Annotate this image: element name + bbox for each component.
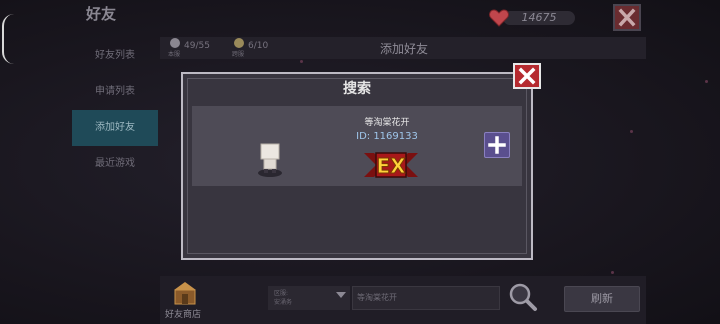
player-avatar <box>258 143 282 177</box>
friend-tabs-bar: 49/55 本服 6/10 跨服 添加好友 <box>160 37 646 59</box>
friend-server-caption: 本服 <box>168 51 181 58</box>
cross-server-icon <box>234 38 244 48</box>
page-title: 好友 <box>86 5 117 23</box>
cross-server-count: 6/10 <box>248 41 269 51</box>
sidebar-item-requests[interactable]: 申请列表 <box>72 74 158 110</box>
screen-edge <box>2 14 14 64</box>
player-id: ID: 1169133 <box>356 131 418 142</box>
background-star <box>705 80 708 83</box>
modal-close-button[interactable] <box>513 63 541 89</box>
add-friend-button[interactable] <box>484 132 510 158</box>
currency-display: 14675 <box>489 9 577 27</box>
player-result-card: 等淘棠花开 ID: 1169133 EX <box>192 106 522 186</box>
friend-shop-label[interactable]: 好友商店 <box>165 307 201 320</box>
currency-amount: 14675 <box>521 11 557 24</box>
shop-icon[interactable] <box>172 280 198 306</box>
sidebar-item-recent-games[interactable]: 最近游戏 <box>72 146 158 182</box>
player-name: 等淘棠花开 <box>364 118 410 128</box>
sidebar: 好友列表 申请列表 添加好友 最近游戏 <box>72 38 158 182</box>
background-star <box>630 130 633 133</box>
chevron-down-icon <box>336 292 346 298</box>
close-icon <box>618 8 636 27</box>
region-select[interactable]: 区服: 安涌务 <box>268 286 350 310</box>
search-icon[interactable] <box>508 282 538 312</box>
region-label: 区服: 安涌务 <box>274 290 293 306</box>
plus-icon <box>488 136 506 154</box>
ex-rank-badge: EX <box>364 152 418 179</box>
friend-server-count: 49/55 <box>184 41 210 51</box>
friend-server-icon <box>170 38 180 48</box>
heart-icon <box>489 9 509 27</box>
player-name-input[interactable]: 等淘棠花开 <box>352 286 500 310</box>
close-button[interactable] <box>613 4 641 31</box>
tab-add-friend[interactable]: 添加好友 <box>380 40 428 57</box>
background-star <box>611 271 614 274</box>
modal-title: 搜索 <box>343 81 371 97</box>
cross-server-caption: 跨服 <box>232 51 245 58</box>
sidebar-item-friend-list[interactable]: 好友列表 <box>72 38 158 74</box>
background-star <box>300 60 303 63</box>
sidebar-item-add-friend[interactable]: 添加好友 <box>72 110 158 146</box>
refresh-button[interactable]: 刷新 <box>564 286 640 312</box>
close-icon <box>518 67 536 85</box>
ex-badge-label: EX <box>376 154 406 178</box>
bottom-bar: 好友商店 区服: 安涌务 等淘棠花开 刷新 <box>160 276 646 324</box>
